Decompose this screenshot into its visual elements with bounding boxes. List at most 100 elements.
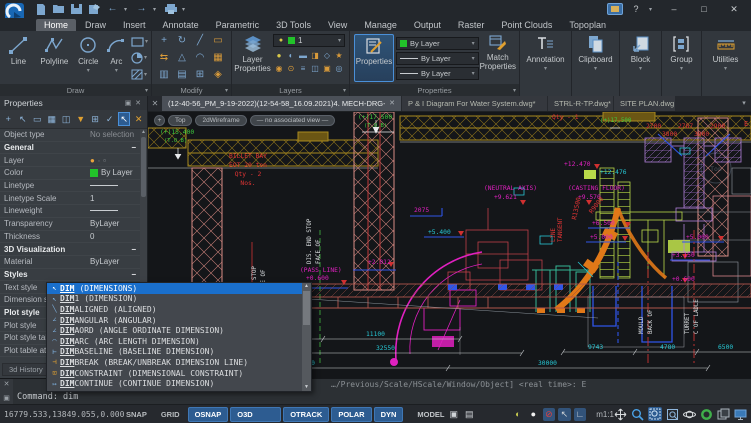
erase-icon[interactable]: ▭ (210, 33, 227, 48)
explode-icon[interactable]: ◈ (210, 67, 227, 82)
tab-point-clouds[interactable]: Point Clouds (493, 19, 560, 31)
command-panel-close-icon[interactable]: ✕ (4, 381, 10, 388)
autocomplete-item-dimcontinue[interactable]: ↦DIMCONTINUE(CONTINUE DIMENSION) (47, 378, 302, 389)
pan-icon[interactable] (614, 408, 627, 421)
tab-3d-tools[interactable]: 3D Tools (268, 19, 319, 31)
viewport-visual-style-control[interactable]: 2dWireframe (195, 115, 246, 126)
palette-close-icon[interactable]: ✕ (133, 99, 143, 107)
viewport-add-button[interactable]: + (154, 115, 165, 126)
utilities-button[interactable]: Utilities▾ (713, 32, 739, 96)
tab-insert[interactable]: Insert (115, 19, 154, 31)
tab-home[interactable]: Home (36, 19, 76, 31)
arc-button[interactable]: Arc ▾ (103, 32, 130, 84)
autocomplete-scrollbar[interactable]: ▲ ▼ (302, 283, 311, 391)
help-caret-icon[interactable]: ▾ (649, 6, 655, 13)
filter-icon[interactable]: ▼ (74, 112, 86, 126)
scale-icon[interactable]: ▤ (174, 67, 191, 82)
autocomplete-item-dimaligned[interactable]: ╲DIMALIGNED(ALIGNED) (47, 304, 302, 315)
doc-tab-strl-r-tp[interactable]: STRL-R-TP.dwg* (548, 96, 614, 111)
layer-match-icon[interactable]: ★ (333, 49, 345, 61)
trim-icon[interactable]: ╱ (192, 33, 209, 48)
modify-panel-caret-icon[interactable]: ▾ (225, 87, 228, 94)
rectangle-tool-button[interactable]: ▾ (131, 37, 148, 47)
render-icon[interactable] (700, 408, 713, 421)
open-folder-icon[interactable] (52, 3, 65, 15)
zoom-window-icon[interactable] (648, 407, 662, 421)
arc-caret-icon[interactable]: ▾ (115, 67, 118, 76)
undo-icon[interactable]: ← (106, 3, 119, 15)
doc-tab-site-plan[interactable]: SITE PLAN.dwg (614, 96, 676, 111)
lineweight-dropdown[interactable]: By Layer▾ (396, 67, 479, 80)
stretch-icon[interactable]: ▥ (156, 67, 173, 82)
doc-tab-pi-diagram[interactable]: P & I Diagram For Water System.dwg* (402, 96, 548, 111)
tab-view[interactable]: View (320, 19, 355, 31)
layer-current-icon[interactable]: ▣ (321, 62, 333, 74)
prop-section-styles[interactable]: Styles− (0, 269, 140, 282)
block-button[interactable]: Block▾ (631, 32, 651, 96)
viewport-associated-view[interactable]: — no associated view — (250, 115, 336, 126)
autocomplete-item-dimbaseline[interactable]: ⊢DIMBASELINE(BASELINE DIMENSION) (47, 347, 302, 358)
layer-freeze-icon[interactable]: ◐ (285, 49, 297, 61)
layer-unlock-icon[interactable]: ≡ (297, 62, 309, 74)
match-properties-button[interactable]: Match Properties (479, 32, 517, 84)
color-dropdown[interactable]: By Layer▾ (396, 37, 479, 50)
zoom-icon[interactable] (631, 408, 644, 421)
layer-state-icon[interactable]: ◎ (333, 62, 345, 74)
copy-icon[interactable]: ⇆ (156, 50, 173, 65)
layer-merge-icon[interactable]: ◇ (321, 49, 333, 61)
autocomplete-item-dim1[interactable]: ↖DIM1(DIMENSION) (47, 294, 302, 305)
draw-panel-caret-icon[interactable]: ▾ (145, 87, 148, 94)
autocomplete-item-dimaord[interactable]: ∠DIMAORD(ANGLE ORDINATE DIMENSION) (47, 325, 302, 336)
layer-lock-icon[interactable]: ▬ (297, 49, 309, 61)
annotation-button[interactable]: Annotation▾ (526, 32, 564, 96)
clipboard-button[interactable]: Clipboard▾ (578, 32, 612, 96)
autocomplete-item-dimconstraint[interactable]: ⊡DIMCONSTRAINT(DIMENSIONAL CONSTRAINT) (47, 368, 302, 379)
select-icon[interactable]: ↖ (16, 112, 28, 126)
pick-entities-icon[interactable]: ↖ (118, 112, 131, 126)
no-plot-icon[interactable]: ⊘ (543, 408, 556, 421)
help-button[interactable]: ? (631, 4, 641, 14)
ucs-icon[interactable]: ∟ (574, 408, 587, 421)
prop-row-lineweight[interactable]: Lineweight (0, 205, 140, 218)
layers-panel-caret-icon[interactable]: ▾ (343, 87, 346, 94)
docbar-close-icon[interactable]: ✕ (148, 96, 162, 111)
circle-caret-icon[interactable]: ▾ (87, 67, 90, 76)
tab-annotate[interactable]: Annotate (155, 19, 207, 31)
undo-caret-icon[interactable]: ▾ (124, 6, 130, 13)
move-icon[interactable]: + (156, 33, 173, 48)
print-icon[interactable] (164, 3, 177, 15)
prop-row-transparency[interactable]: TransparencyByLayer (0, 218, 140, 231)
autocomplete-item-dimangular[interactable]: ∠DIMANGULAR(ANGULAR) (47, 315, 302, 326)
layer-thaw-icon[interactable]: ◫ (309, 62, 321, 74)
toggle-polar[interactable]: POLAR (331, 407, 371, 422)
autocomplete-item-dim[interactable]: ↖DIM(DIMENSIONS) (47, 283, 302, 294)
close-button[interactable]: ✕ (723, 4, 745, 15)
toggle-grid[interactable]: GRID (155, 407, 186, 422)
hatch-tool-button[interactable]: ▾ (131, 69, 148, 80)
layer-select-dropdown[interactable]: ● 1 ▾ (273, 34, 345, 47)
properties-panel-caret-icon[interactable]: ▾ (513, 87, 516, 94)
palette-pin-icon[interactable]: ▣ (123, 99, 133, 107)
prop-row-linetype[interactable]: Linetype (0, 180, 140, 193)
command-panel-grip-icon[interactable]: ▣ (3, 395, 10, 402)
maximize-button[interactable]: □ (693, 4, 715, 14)
save-as-icon[interactable] (88, 3, 101, 15)
annotation-scale[interactable]: m1:1 (596, 410, 614, 419)
select-crossing-icon[interactable]: ▦ (45, 112, 57, 126)
sheet-icon[interactable]: ▤ (463, 408, 476, 421)
toggle-osnap[interactable]: OSNAP (188, 407, 229, 422)
redo-caret-icon[interactable]: ▾ (153, 6, 159, 13)
layout-icon[interactable]: ▣ (448, 408, 461, 421)
polyline-button[interactable]: Polyline (35, 32, 74, 84)
prop-row-linetype-scale[interactable]: Linetype Scale1 (0, 192, 140, 205)
prop-section-3d-visualization[interactable]: 3D Visualization− (0, 243, 140, 256)
prop-row-color[interactable]: ColorBy Layer (0, 167, 140, 180)
doc-tab-mech-drg[interactable]: (12-40-56_PM_9-19-2022)(12-54-58_16.09.2… (162, 96, 402, 111)
lineweight-display-icon[interactable]: ◐ (512, 408, 525, 421)
ribbon-appearance-icon[interactable] (607, 3, 623, 15)
select-fence-icon[interactable]: ◫ (60, 112, 72, 126)
redo-icon[interactable]: → (135, 3, 148, 15)
select-add-icon[interactable]: + (2, 112, 14, 126)
tab-output[interactable]: Output (406, 19, 449, 31)
apply-icon[interactable]: ✓ (103, 112, 115, 126)
